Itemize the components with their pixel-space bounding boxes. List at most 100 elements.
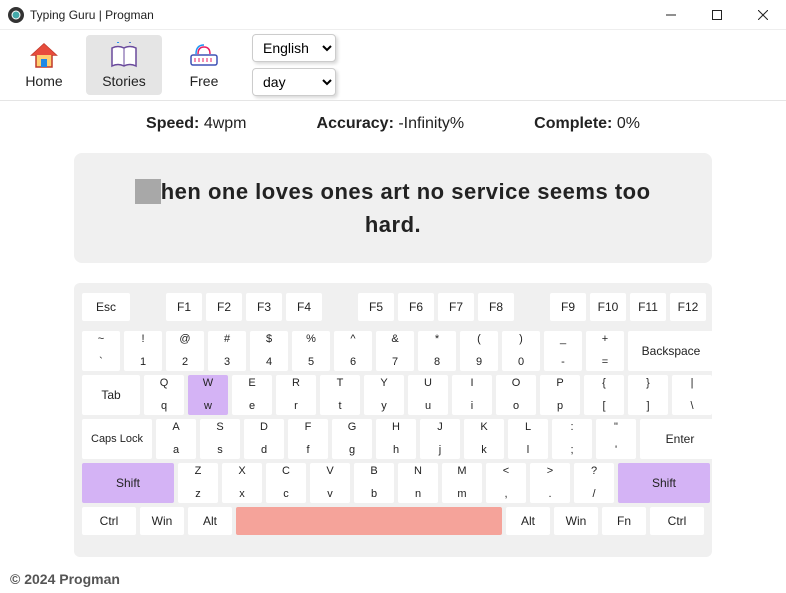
- stat-complete: Complete: 0%: [534, 115, 640, 133]
- key-f3[interactable]: F3: [246, 293, 282, 321]
- window-titlebar: Typing Guru | Progman: [0, 0, 786, 30]
- key-tab[interactable]: Tab: [82, 375, 140, 415]
- key-f12[interactable]: F12: [670, 293, 706, 321]
- key-/[interactable]: ?/: [574, 463, 614, 503]
- key-j[interactable]: Jj: [420, 419, 460, 459]
- key-x[interactable]: Xx: [222, 463, 262, 503]
- toolbar: Home Stories Free English day: [0, 30, 786, 100]
- stat-speed: Speed: 4wpm: [146, 115, 246, 133]
- remaining-text: hen one loves ones art no service seems …: [161, 179, 651, 237]
- window-title: Typing Guru | Progman: [30, 8, 648, 22]
- key-alt-left[interactable]: Alt: [188, 507, 232, 535]
- key-`[interactable]: ~`: [82, 331, 120, 371]
- key-f10[interactable]: F10: [590, 293, 626, 321]
- key-f4[interactable]: F4: [286, 293, 322, 321]
- key-y[interactable]: Yy: [364, 375, 404, 415]
- key-k[interactable]: Kk: [464, 419, 504, 459]
- footer: © 2024 Progman: [0, 565, 786, 593]
- key-q[interactable]: Qq: [144, 375, 184, 415]
- key-esc[interactable]: Esc: [82, 293, 130, 321]
- language-select[interactable]: English: [252, 34, 336, 62]
- key-0[interactable]: )0: [502, 331, 540, 371]
- key-z[interactable]: Zz: [178, 463, 218, 503]
- key-shift-right[interactable]: Shift: [618, 463, 710, 503]
- key-p[interactable]: Pp: [540, 375, 580, 415]
- key-b[interactable]: Bb: [354, 463, 394, 503]
- window-controls: [648, 0, 786, 30]
- key-f5[interactable]: F5: [358, 293, 394, 321]
- key-i[interactable]: Ii: [452, 375, 492, 415]
- keyboard-icon: [188, 41, 220, 71]
- key-.[interactable]: >.: [530, 463, 570, 503]
- key-1[interactable]: !1: [124, 331, 162, 371]
- key-e[interactable]: Ee: [232, 375, 272, 415]
- key-f11[interactable]: F11: [630, 293, 666, 321]
- key-enter[interactable]: Enter: [640, 419, 720, 459]
- close-button[interactable]: [740, 0, 786, 30]
- key-\[interactable]: |\: [672, 375, 712, 415]
- key-r[interactable]: Rr: [276, 375, 316, 415]
- key-d[interactable]: Dd: [244, 419, 284, 459]
- virtual-keyboard: Esc F1 F2 F3 F4 F5 F6 F7 F8 F9 F10 F11 F…: [74, 283, 712, 557]
- key-[[interactable]: {[: [584, 375, 624, 415]
- key-9[interactable]: (9: [460, 331, 498, 371]
- key-h[interactable]: Hh: [376, 419, 416, 459]
- key-f2[interactable]: F2: [206, 293, 242, 321]
- nav-home[interactable]: Home: [6, 35, 82, 95]
- key-t[interactable]: Tt: [320, 375, 360, 415]
- key-o[interactable]: Oo: [496, 375, 536, 415]
- key-7[interactable]: &7: [376, 331, 414, 371]
- nav-free[interactable]: Free: [166, 35, 242, 95]
- key-5[interactable]: %5: [292, 331, 330, 371]
- key-alt-right[interactable]: Alt: [506, 507, 550, 535]
- key-4[interactable]: $4: [250, 331, 288, 371]
- nav-stories[interactable]: Stories: [86, 35, 162, 95]
- key-][interactable]: }]: [628, 375, 668, 415]
- key-a[interactable]: Aa: [156, 419, 196, 459]
- key-space[interactable]: [236, 507, 502, 535]
- nav-home-label: Home: [25, 73, 62, 89]
- key-3[interactable]: #3: [208, 331, 246, 371]
- toolbar-selects: English day: [252, 34, 336, 96]
- key-f7[interactable]: F7: [438, 293, 474, 321]
- key-'[interactable]: "': [596, 419, 636, 459]
- key-=[interactable]: +=: [586, 331, 624, 371]
- key-f1[interactable]: F1: [166, 293, 202, 321]
- key-f8[interactable]: F8: [478, 293, 514, 321]
- key-fn[interactable]: Fn: [602, 507, 646, 535]
- key-f6[interactable]: F6: [398, 293, 434, 321]
- key-win-left[interactable]: Win: [140, 507, 184, 535]
- key-2[interactable]: @2: [166, 331, 204, 371]
- maximize-button[interactable]: [694, 0, 740, 30]
- typing-area[interactable]: When one loves ones art no service seems…: [74, 153, 712, 263]
- key-backspace[interactable]: Backspace: [628, 331, 714, 371]
- theme-select[interactable]: day: [252, 68, 336, 96]
- key-f[interactable]: Ff: [288, 419, 328, 459]
- key-l[interactable]: Ll: [508, 419, 548, 459]
- key-v[interactable]: Vv: [310, 463, 350, 503]
- key-6[interactable]: ^6: [334, 331, 372, 371]
- key-shift-left[interactable]: Shift: [82, 463, 174, 503]
- key-capslock[interactable]: Caps Lock: [82, 419, 152, 459]
- key-;[interactable]: :;: [552, 419, 592, 459]
- key-8[interactable]: *8: [418, 331, 456, 371]
- key-ctrl-left[interactable]: Ctrl: [82, 507, 136, 535]
- key-n[interactable]: Nn: [398, 463, 438, 503]
- app-icon: [8, 7, 24, 23]
- key-ctrl-right[interactable]: Ctrl: [650, 507, 704, 535]
- stats-row: Speed: 4wpm Accuracy: -Infinity% Complet…: [0, 101, 786, 147]
- key-f9[interactable]: F9: [550, 293, 586, 321]
- key--[interactable]: _-: [544, 331, 582, 371]
- key-,[interactable]: <,: [486, 463, 526, 503]
- key-g[interactable]: Gg: [332, 419, 372, 459]
- book-icon: [108, 41, 140, 71]
- key-c[interactable]: Cc: [266, 463, 306, 503]
- typing-text: When one loves ones art no service seems…: [108, 175, 678, 241]
- key-w[interactable]: Ww: [188, 375, 228, 415]
- key-win-right[interactable]: Win: [554, 507, 598, 535]
- minimize-button[interactable]: [648, 0, 694, 30]
- key-s[interactable]: Ss: [200, 419, 240, 459]
- key-u[interactable]: Uu: [408, 375, 448, 415]
- key-m[interactable]: Mm: [442, 463, 482, 503]
- home-icon: [28, 41, 60, 71]
